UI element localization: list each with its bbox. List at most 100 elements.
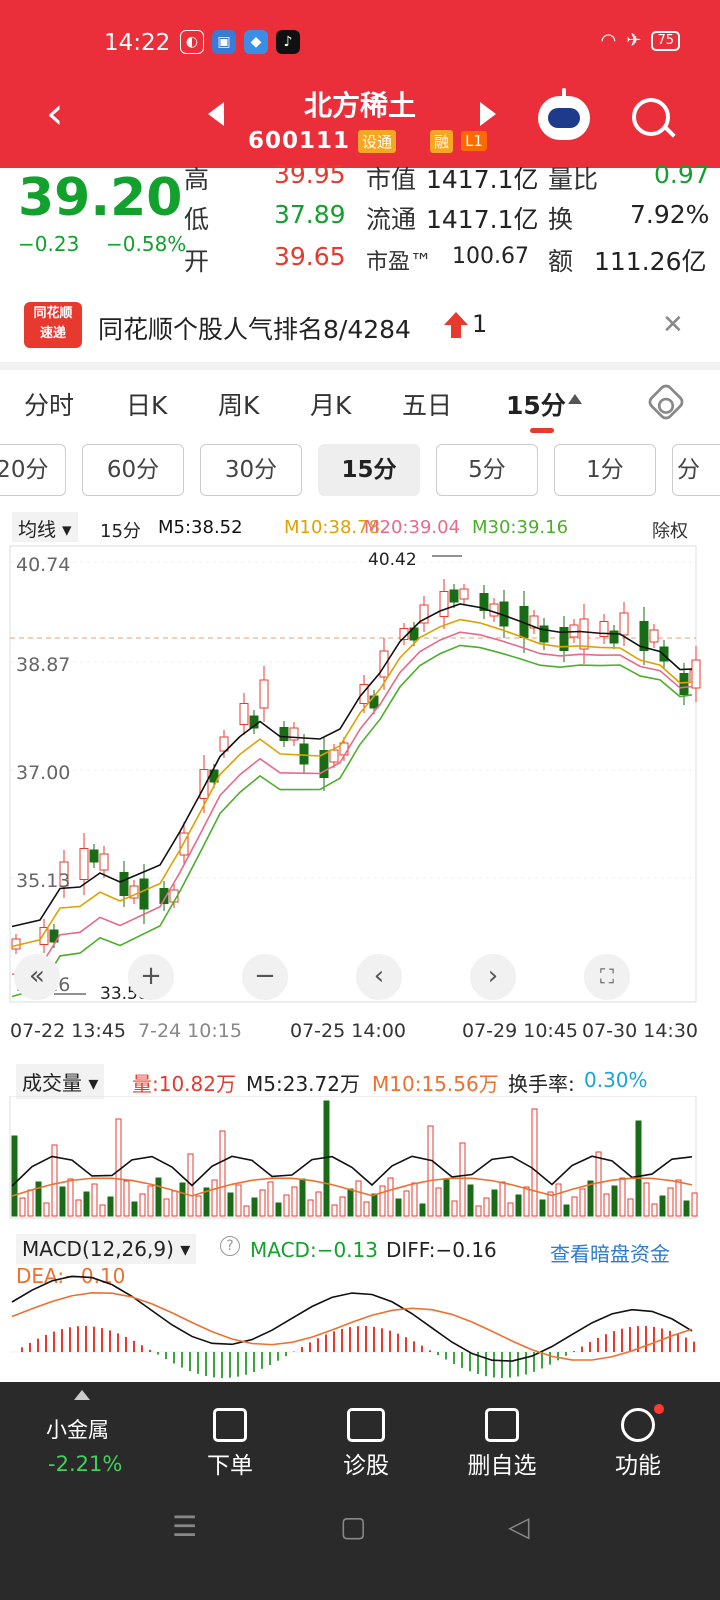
banner-logo: 同花顺 速递 <box>24 302 82 348</box>
mktcap-label: 市值 <box>366 165 417 194</box>
macd-chart[interactable] <box>0 1262 720 1382</box>
ma-indicator-line: 均线 ▾ 15分 M5:38.52 M10:38.78 M20:39.04 M3… <box>0 512 720 544</box>
tab-five-day[interactable]: 五日 <box>402 386 452 422</box>
zoom-in-icon[interactable]: + <box>128 954 174 1000</box>
settings-icon[interactable] <box>645 381 687 423</box>
functions-button[interactable]: 功能 <box>578 1404 698 1480</box>
help-icon[interactable]: ? <box>220 1236 240 1256</box>
candle-body <box>459 588 469 600</box>
volume-bar <box>523 1186 530 1217</box>
prev-icon[interactable]: ‹ <box>356 954 402 1000</box>
volume-bar <box>131 1201 138 1217</box>
volume-bar <box>387 1177 394 1217</box>
candle-body <box>89 849 99 863</box>
volume-chart[interactable] <box>0 1096 720 1220</box>
tab-weekly[interactable]: 周K <box>218 386 259 422</box>
close-icon[interactable]: ✕ <box>662 310 684 340</box>
adjust-toggle[interactable]: 除权 <box>652 517 688 543</box>
remove-label: 删自选 <box>467 1453 537 1479</box>
home-nav-icon[interactable]: ▢ <box>340 1510 366 1543</box>
remove-icon <box>485 1408 519 1442</box>
candle-body <box>11 938 21 950</box>
tab-15min[interactable]: 15分 <box>506 386 566 422</box>
candle-body <box>119 872 129 896</box>
volume-bar <box>499 1181 506 1217</box>
period-tabs: 分时 日K 周K 月K 五日 15分 <box>0 370 720 434</box>
candle-body <box>299 743 309 765</box>
volume-bar <box>331 1204 338 1217</box>
diagnose-button[interactable]: 诊股 <box>306 1408 426 1480</box>
volume-bar <box>307 1199 314 1217</box>
volume-bar <box>155 1177 162 1217</box>
fullscreen-icon[interactable]: ⛶ <box>584 954 630 1000</box>
low-label: 低 <box>184 205 210 234</box>
ma5-line <box>11 603 693 928</box>
pill-120min[interactable]: 120分 <box>0 444 66 496</box>
sector-name[interactable]: 小金属 <box>46 1414 109 1444</box>
app-icon: ◐ <box>180 30 204 54</box>
volume-bar <box>491 1189 498 1217</box>
status-time: 14:22 <box>104 30 171 56</box>
candle-body <box>439 591 449 617</box>
zoom-out-icon[interactable]: − <box>242 954 288 1000</box>
remove-watchlist-button[interactable]: 删自选 <box>442 1408 562 1480</box>
airplane-icon: ✈ <box>626 30 642 51</box>
rewind-icon[interactable]: « <box>14 954 60 1000</box>
minute-period-pills: 120分 60分 30分 15分 5分 1分 分 <box>0 444 720 498</box>
macd-selector-label: MACD(12,26,9) <box>22 1237 174 1261</box>
volume-bar <box>651 1203 658 1217</box>
volume-bar <box>139 1193 146 1217</box>
turnover-label: 换 <box>548 205 574 234</box>
volume-bar <box>11 1135 18 1217</box>
candle-body <box>379 650 389 678</box>
volume-bar <box>403 1190 410 1217</box>
pe-label: 市盈™ <box>366 250 433 275</box>
tab-intraday[interactable]: 分时 <box>24 386 74 422</box>
sector-change: -2.21% <box>48 1452 123 1476</box>
candle-body <box>279 727 289 741</box>
pill-60min[interactable]: 60分 <box>82 444 184 496</box>
candle-body <box>329 749 339 763</box>
volume-bar <box>659 1195 666 1217</box>
order-label: 下单 <box>207 1453 253 1479</box>
caret-up-icon[interactable] <box>568 394 582 404</box>
volume-bar <box>67 1178 74 1217</box>
volume-bar <box>83 1191 90 1217</box>
candle-body <box>609 630 619 644</box>
search-icon[interactable] <box>632 98 670 136</box>
tab-daily[interactable]: 日K <box>126 386 167 422</box>
pill-5min[interactable]: 5分 <box>436 444 538 496</box>
kline-chart[interactable]: 40.74 38.87 37.00 35.13 33.26 40.42 33.5… <box>0 544 720 1014</box>
tab-monthly[interactable]: 月K <box>310 386 351 422</box>
pill-30min[interactable]: 30分 <box>200 444 302 496</box>
pill-15min[interactable]: 15分 <box>318 444 420 496</box>
diagnose-label: 诊股 <box>343 1453 389 1479</box>
order-button[interactable]: 下单 <box>170 1408 290 1480</box>
robot-assistant-icon[interactable] <box>538 88 590 140</box>
next-icon[interactable]: › <box>470 954 516 1000</box>
pill-more[interactable]: 分 <box>672 444 720 496</box>
volume-bar <box>475 1205 482 1217</box>
next-stock-icon[interactable] <box>480 102 496 126</box>
popularity-banner[interactable]: 同花顺 速递 同花顺个股人气排名8/4284 1 ✕ <box>0 296 720 360</box>
ma10-line <box>11 618 693 948</box>
ma-selector[interactable]: 均线 ▾ <box>12 512 78 542</box>
battery-icon: 75 <box>651 30 680 51</box>
menu-nav-icon[interactable]: ☰ <box>172 1510 197 1543</box>
volume-value: 量:10.82万 <box>132 1072 236 1096</box>
m30-value: M30:39.16 <box>472 517 569 538</box>
pill-1min[interactable]: 1分 <box>554 444 656 496</box>
volume-bar <box>691 1192 698 1217</box>
volume-bar <box>635 1120 642 1217</box>
volume-selector[interactable]: 成交量 ▾ <box>16 1064 105 1099</box>
back-nav-icon[interactable]: ◁ <box>508 1510 530 1543</box>
volume-bar <box>299 1178 306 1217</box>
volume-bar <box>427 1125 434 1217</box>
candle-body <box>449 589 459 603</box>
volume-bar <box>515 1194 522 1217</box>
macd-selector[interactable]: MACD(12,26,9) ▾ <box>16 1234 197 1264</box>
expand-up-icon[interactable] <box>74 1390 90 1400</box>
volume-bar <box>675 1179 682 1217</box>
wifi-icon: ◠ <box>600 30 617 51</box>
volume-bar <box>443 1179 450 1217</box>
